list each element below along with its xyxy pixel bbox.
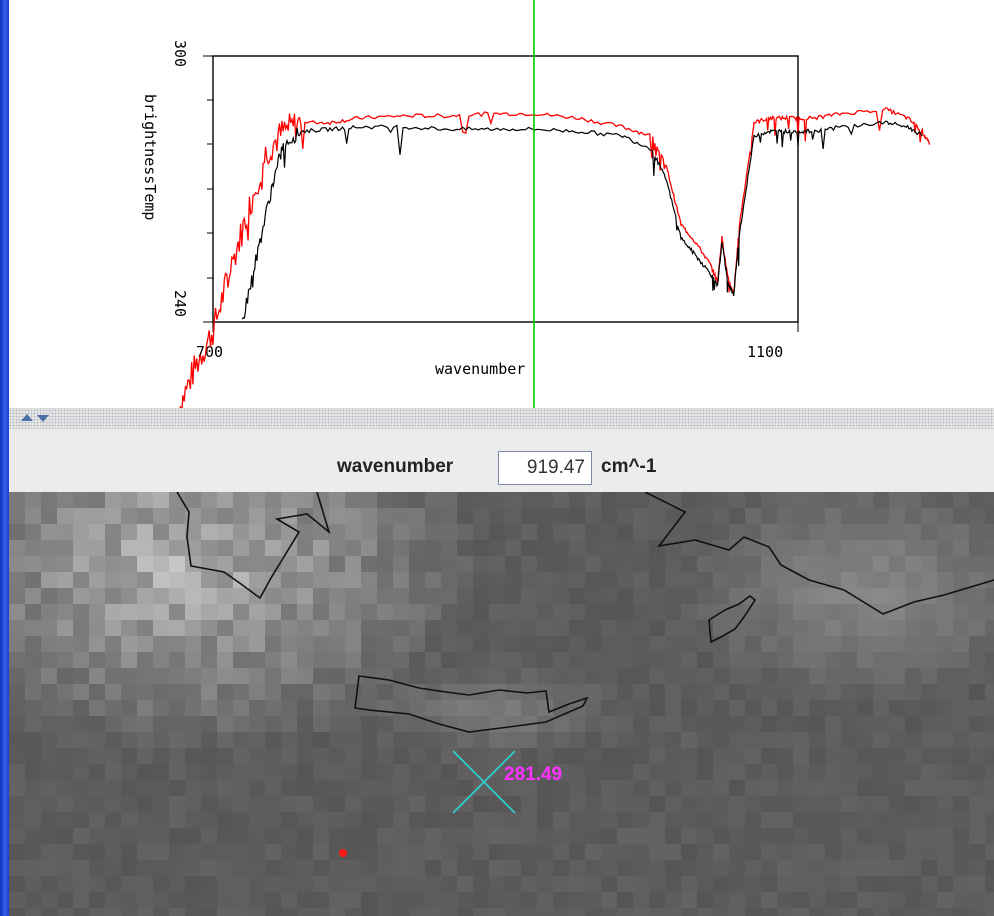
y-axis-label: brightnessTemp: [141, 94, 159, 220]
spectrum-plot[interactable]: 300 240 brightnessTemp 700 1100 wavenumb…: [9, 0, 994, 408]
unit-label: cm^-1: [601, 456, 657, 477]
brightness-image-panel[interactable]: 281.49: [9, 492, 994, 916]
red-marker: [339, 849, 347, 857]
expand-down-icon[interactable]: [37, 415, 49, 422]
expand-up-icon[interactable]: [21, 414, 33, 421]
x-axis-label: wavenumber: [435, 360, 525, 378]
wavenumber-input[interactable]: [498, 451, 592, 485]
y-tick-label-top: 300: [171, 40, 189, 67]
series-red-line: [179, 107, 931, 408]
series-black-line: [241, 120, 923, 320]
x-tick-label-right: 1100: [747, 343, 783, 361]
wavenumber-label: wavenumber: [337, 456, 454, 477]
window-edge: [0, 0, 9, 916]
spectrum-plot-panel[interactable]: 300 240 brightnessTemp 700 1100 wavenumb…: [9, 0, 994, 408]
wavenumber-control-bar: wavenumber cm^-1: [9, 428, 994, 492]
plot-frame: [212, 55, 799, 323]
brightness-image[interactable]: 281.49: [9, 492, 994, 916]
y-tick-label-bottom: 240: [171, 290, 189, 317]
probe-value-label: 281.49: [504, 764, 562, 785]
split-pane-divider[interactable]: [9, 408, 994, 428]
